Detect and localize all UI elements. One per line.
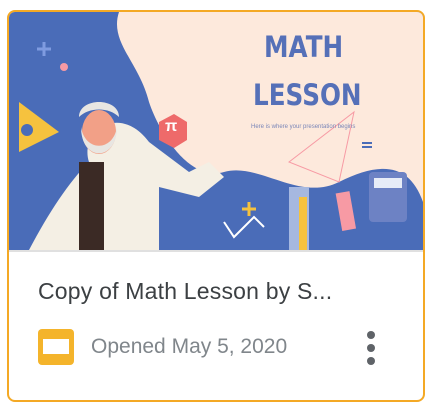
opened-label: Opened — [91, 335, 166, 358]
opened-date: Opened May 5, 2020 — [91, 335, 287, 359]
thumbnail-divider — [9, 250, 423, 252]
thumbnail-subtitle: Here is where your presentation begins — [251, 124, 356, 130]
pi-symbol: π — [165, 118, 178, 135]
more-vert-icon[interactable] — [364, 331, 378, 365]
google-slides-icon — [38, 329, 74, 365]
file-thumbnail[interactable]: MATH LESSON Here is where your presentat… — [9, 12, 423, 250]
thumbnail-title-line1: MATH — [264, 30, 344, 64]
opened-date-value: May 5, 2020 — [171, 335, 288, 358]
file-meta: Opened May 5, 2020 — [38, 329, 388, 365]
thumbnail-title-line2: LESSON — [253, 78, 362, 112]
file-title[interactable]: Copy of Math Lesson by S... — [38, 278, 332, 305]
math-lesson-illustration — [19, 12, 423, 250]
